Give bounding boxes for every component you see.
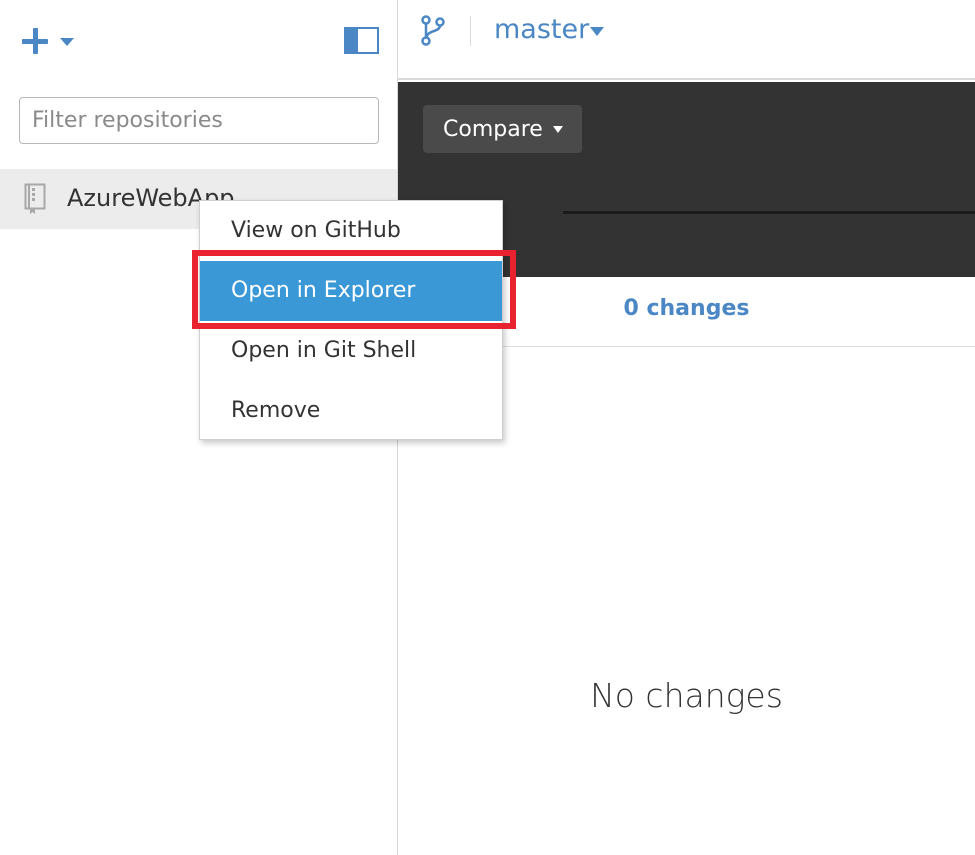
github-desktop-window: AzureWebApp master Compare 0 changes No … — [0, 0, 975, 855]
chevron-down-icon — [552, 125, 563, 133]
branch-selector[interactable]: master — [494, 14, 589, 45]
menu-item-remove[interactable]: Remove — [200, 381, 502, 441]
menu-item-open-in-explorer[interactable]: Open in Explorer — [200, 261, 502, 321]
chevron-down-icon[interactable] — [590, 27, 604, 36]
git-branch-icon[interactable] — [420, 14, 446, 46]
branch-toolbar: master — [398, 0, 975, 80]
sidebar-toggle-icon[interactable] — [344, 27, 379, 54]
menu-item-view-on-github[interactable]: View on GitHub — [200, 201, 502, 261]
filter-repositories-input[interactable] — [19, 97, 379, 144]
chevron-down-icon — [60, 38, 74, 46]
add-repository-button[interactable] — [22, 28, 78, 56]
compare-label: Compare — [443, 116, 543, 142]
history-timeline — [563, 211, 975, 214]
repository-icon — [24, 183, 46, 214]
compare-button[interactable]: Compare — [423, 105, 582, 153]
toolbar-divider — [470, 16, 471, 46]
menu-item-open-in-git-shell[interactable]: Open in Git Shell — [200, 321, 502, 381]
empty-state-message: No changes — [590, 676, 783, 715]
repository-context-menu: View on GitHub Open in Explorer Open in … — [199, 200, 503, 440]
